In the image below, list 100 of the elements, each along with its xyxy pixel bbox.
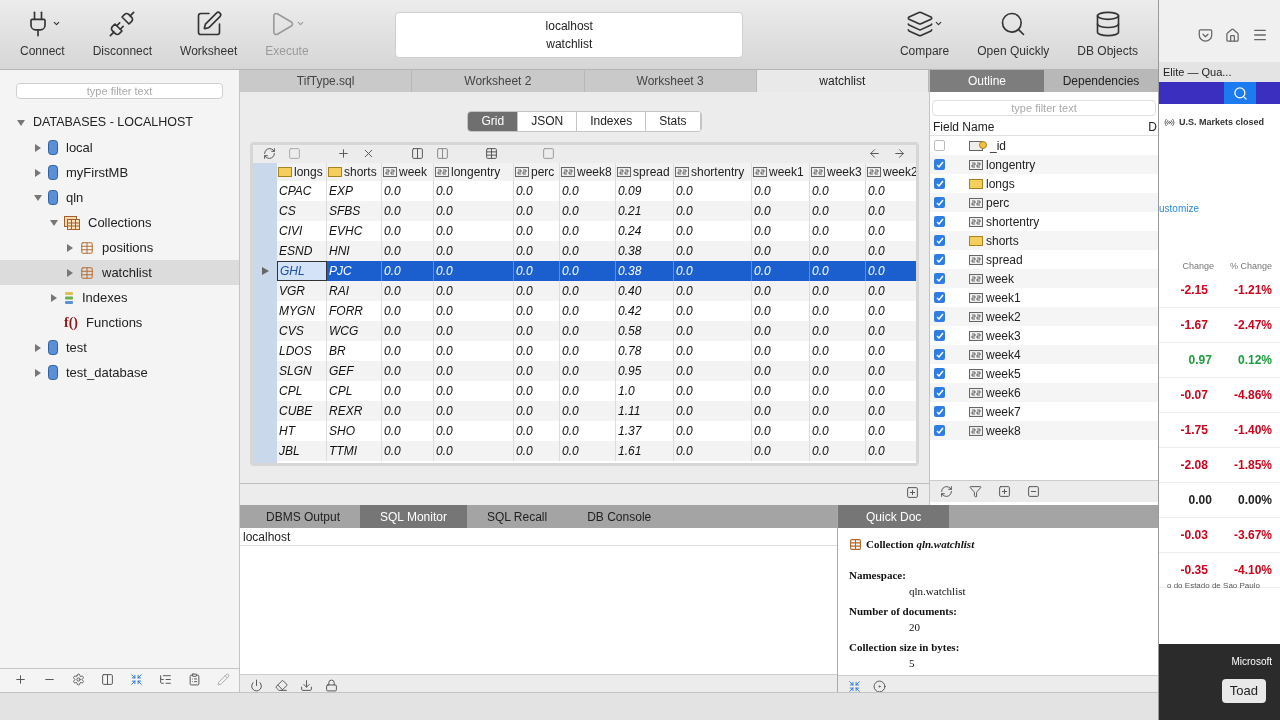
disclosure-icon[interactable] bbox=[34, 368, 42, 377]
field-checkbox[interactable] bbox=[934, 406, 945, 417]
filter-field[interactable]: type filter text bbox=[16, 83, 223, 100]
column-header[interactable]: week bbox=[382, 162, 434, 181]
field-checkbox[interactable] bbox=[934, 159, 945, 170]
expand-all-icon[interactable] bbox=[996, 483, 1013, 500]
search-button[interactable] bbox=[1224, 82, 1256, 104]
disclosure-icon[interactable] bbox=[50, 293, 58, 302]
field-checkbox[interactable] bbox=[934, 254, 945, 265]
field-checkbox[interactable] bbox=[934, 349, 945, 360]
collapse-all-icon[interactable] bbox=[1025, 483, 1042, 500]
grid-row[interactable]: GHL PJC 0.0 0.0 0.0 0.0 0.38 0.0 0.0 0.0 0.0 bbox=[277, 260, 916, 281]
grid-row[interactable]: CVS WCG 0.0 0.0 0.0 0.0 0.58 0.0 0.0 0.0 0.0 bbox=[277, 320, 916, 341]
grid-row[interactable]: VGR RAI 0.0 0.0 0.0 0.0 0.40 0.0 0.0 0.0 0.0 bbox=[277, 280, 916, 301]
view-tab[interactable]: Grid bbox=[468, 111, 519, 131]
tree-item[interactable]: qln bbox=[0, 185, 239, 210]
refresh-icon[interactable] bbox=[261, 145, 278, 162]
lock-icon[interactable] bbox=[323, 677, 340, 694]
filter-field[interactable]: type filter text bbox=[932, 100, 1156, 117]
tree-item[interactable]: Collections bbox=[0, 210, 239, 235]
tree-item[interactable]: test bbox=[0, 335, 239, 360]
disclosure-icon[interactable] bbox=[66, 268, 74, 277]
columns-icon[interactable] bbox=[483, 145, 500, 162]
field-checkbox[interactable] bbox=[934, 140, 945, 151]
column-header[interactable]: week3 bbox=[810, 162, 866, 181]
export-icon[interactable] bbox=[298, 677, 315, 694]
disclosure-icon[interactable] bbox=[34, 193, 42, 202]
tree-item[interactable]: positions bbox=[0, 235, 239, 260]
target-icon[interactable] bbox=[871, 677, 888, 695]
column-header[interactable]: spread bbox=[616, 162, 674, 181]
output-tab[interactable]: DB Console bbox=[567, 505, 672, 528]
refresh-icon[interactable] bbox=[938, 483, 955, 500]
clear-icon[interactable] bbox=[273, 677, 290, 694]
customize-link[interactable]: ustomize bbox=[1159, 200, 1280, 216]
view-tab[interactable]: Indexes bbox=[577, 111, 647, 131]
view-tab[interactable]: Stats bbox=[646, 111, 701, 131]
collapse-icon[interactable] bbox=[99, 671, 116, 688]
grid-row[interactable]: SLGN GEF 0.0 0.0 0.0 0.0 0.95 0.0 0.0 0.0 0.0 bbox=[277, 360, 916, 381]
tree-item[interactable]: test_database bbox=[0, 360, 239, 385]
field-checkbox[interactable] bbox=[934, 197, 945, 208]
tree-item[interactable]: local bbox=[0, 135, 239, 160]
disclosure-icon[interactable] bbox=[66, 243, 74, 252]
ad-button[interactable]: Toad bbox=[1221, 679, 1266, 703]
panel-tab[interactable]: Quick Doc bbox=[838, 505, 950, 528]
toolbar-button[interactable]: Open Quickly bbox=[969, 5, 1058, 64]
settings-icon[interactable] bbox=[70, 671, 87, 688]
field-checkbox[interactable] bbox=[934, 311, 945, 322]
editor-tab[interactable]: Worksheet 2 bbox=[412, 70, 585, 92]
editor-tab[interactable]: Worksheet 3 bbox=[584, 70, 757, 92]
editor-tab[interactable]: TifType.sql bbox=[240, 70, 413, 92]
column-header[interactable]: longs bbox=[277, 162, 327, 181]
field-checkbox[interactable] bbox=[934, 387, 945, 398]
column-header[interactable]: week8 bbox=[560, 162, 616, 181]
toolbar-button[interactable]: Compare bbox=[891, 5, 958, 64]
disclosure-icon[interactable] bbox=[34, 343, 42, 352]
toolbar-button[interactable]: Worksheet bbox=[172, 5, 246, 64]
field-checkbox[interactable] bbox=[934, 368, 945, 379]
tree-item[interactable]: watchlist bbox=[0, 260, 239, 285]
disclosure-icon[interactable] bbox=[17, 118, 25, 127]
menu-icon[interactable] bbox=[1252, 27, 1268, 43]
field-checkbox[interactable] bbox=[934, 330, 945, 341]
grid-row[interactable]: CS SFBS 0.0 0.0 0.0 0.0 0.21 0.0 0.0 0.0 0.0 bbox=[277, 200, 916, 221]
tree-item[interactable]: f() Functions bbox=[0, 310, 239, 335]
tree-item[interactable]: myFirstMB bbox=[0, 160, 239, 185]
column-header[interactable]: week1 bbox=[752, 162, 810, 181]
field-checkbox[interactable] bbox=[934, 425, 945, 436]
field-checkbox[interactable] bbox=[934, 178, 945, 189]
panel-tab[interactable]: Dependencies bbox=[1044, 70, 1158, 92]
panel-icon[interactable] bbox=[540, 145, 557, 162]
disclosure-icon[interactable] bbox=[34, 168, 42, 177]
view-tab[interactable]: JSON bbox=[518, 111, 578, 131]
pocket-icon[interactable] bbox=[1198, 27, 1213, 43]
filter-icon[interactable] bbox=[967, 483, 984, 500]
panel-tab[interactable]: Outline bbox=[930, 70, 1044, 92]
column-header[interactable]: D bbox=[1148, 118, 1158, 136]
add-column-icon[interactable] bbox=[409, 145, 426, 162]
toolbar-button[interactable]: DB Objects bbox=[1069, 5, 1146, 64]
output-tab[interactable]: SQL Monitor bbox=[360, 505, 467, 528]
column-header[interactable]: perc bbox=[514, 162, 560, 181]
home-icon[interactable] bbox=[1225, 27, 1240, 43]
output-tab[interactable]: SQL Recall bbox=[466, 505, 568, 528]
column-header[interactable]: shorts bbox=[327, 162, 382, 181]
toolbar-button[interactable]: Disconnect bbox=[84, 5, 161, 64]
power-icon[interactable] bbox=[248, 677, 265, 694]
field-checkbox[interactable] bbox=[934, 292, 945, 303]
maximize-icon[interactable] bbox=[904, 484, 921, 501]
field-checkbox[interactable] bbox=[934, 235, 945, 246]
field-checkbox[interactable] bbox=[934, 273, 945, 284]
column-header[interactable]: Field Name bbox=[930, 118, 1149, 136]
field-checkbox[interactable] bbox=[934, 216, 945, 227]
grid-row[interactable]: ESND HNI 0.0 0.0 0.0 0.0 0.38 0.0 0.0 0.0 0.0 bbox=[277, 240, 916, 261]
grid-row[interactable]: JBL TTMI 0.0 0.0 0.0 0.0 1.61 0.0 0.0 0.0 0.0 bbox=[277, 440, 916, 461]
tree-item[interactable]: Indexes bbox=[0, 285, 239, 310]
remove-column-icon[interactable] bbox=[434, 145, 451, 162]
toolbar-button[interactable]: Connect bbox=[12, 5, 73, 64]
column-header[interactable]: shortentry bbox=[674, 162, 752, 181]
output-tab[interactable]: DBMS Output bbox=[246, 505, 361, 528]
disclosure-icon[interactable] bbox=[34, 143, 42, 152]
disclosure-icon[interactable] bbox=[50, 218, 58, 227]
grid-row[interactable]: CUBE REXR 0.0 0.0 0.0 0.0 1.11 0.0 0.0 0.0 0.0 bbox=[277, 400, 916, 421]
